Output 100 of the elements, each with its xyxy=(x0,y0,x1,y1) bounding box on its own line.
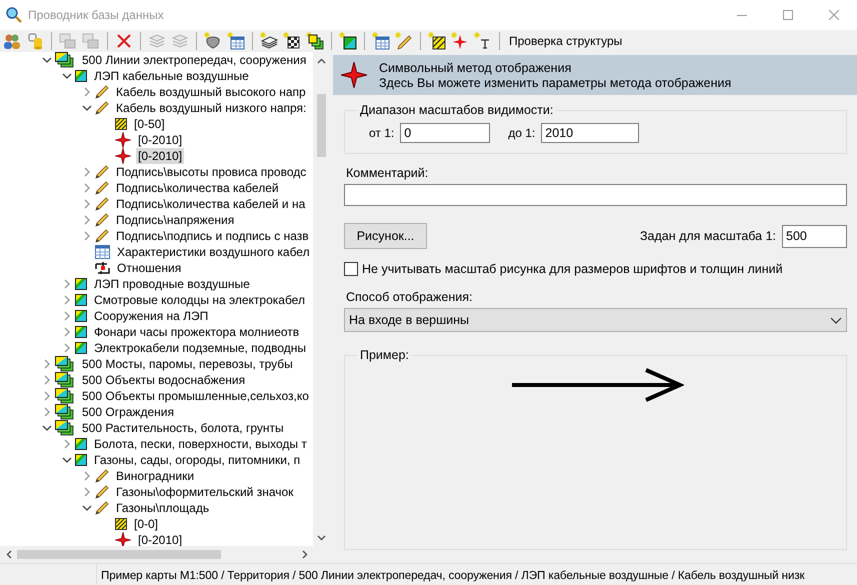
star-symbol-icon xyxy=(341,62,367,88)
tree-item[interactable]: Сооружения на ЛЭП xyxy=(92,308,210,324)
display-mode-dropdown[interactable]: На входе в вершины xyxy=(344,308,847,332)
new-table-icon[interactable] xyxy=(227,32,245,50)
tree-item[interactable]: [0-50] xyxy=(132,116,167,132)
new-table-icon[interactable] xyxy=(372,32,390,50)
users-icon[interactable] xyxy=(3,32,21,50)
scale-field[interactable]: 500 xyxy=(782,224,847,248)
table-icon xyxy=(95,245,110,259)
scroll-right-icon[interactable] xyxy=(302,550,308,559)
tree-item[interactable]: Смотровые колодцы на электрокабел xyxy=(92,292,307,308)
scroll-left-icon[interactable] xyxy=(6,550,12,559)
checker-icon[interactable] xyxy=(283,32,301,50)
new-layer-icon[interactable] xyxy=(339,32,357,50)
book-stack-icon[interactable] xyxy=(260,32,278,50)
new-pencil-icon[interactable] xyxy=(395,32,413,50)
tree-item[interactable]: 500 Растительность, болота, грунты xyxy=(80,420,286,436)
layers-icon[interactable] xyxy=(306,32,324,50)
tree-item[interactable]: ЛЭП проводные воздушные xyxy=(92,276,252,292)
tree-item[interactable]: Газоны\оформительский значок xyxy=(114,484,296,500)
picture-button[interactable]: Рисунок... xyxy=(344,223,427,249)
tree-item[interactable]: 500 Линии электропередач, сооружения xyxy=(80,52,308,68)
tree-item[interactable]: Подпись\количества кабелей и на xyxy=(114,196,308,212)
hatch-icon xyxy=(115,118,127,130)
tree-item[interactable]: Газоны\площадь xyxy=(114,500,212,516)
star-icon xyxy=(115,132,131,148)
relations-icon xyxy=(95,261,110,275)
field-label: до 1: xyxy=(508,126,536,140)
hatch-icon xyxy=(115,518,127,530)
tree-item[interactable]: Кабель воздушный низкого напря: xyxy=(114,100,308,116)
field-label: Комментарий: xyxy=(346,166,430,180)
delete-icon[interactable] xyxy=(115,32,133,50)
pencil-icon xyxy=(95,485,109,499)
header-subtitle: Здесь Вы можете изменить параметры метода отображения xyxy=(379,76,732,90)
tree-item[interactable]: Виноградники xyxy=(114,468,196,484)
new-text-icon[interactable] xyxy=(474,32,492,50)
tree-item[interactable]: 500 Ограждения xyxy=(80,404,176,420)
status-text: Пример карты М1:500 / Территория / 500 Линии электропередач, сооружения / ЛЭП кабельные воздушные / Кабель воздушный низк xyxy=(100,568,805,582)
from-scale-field[interactable]: 0 xyxy=(400,123,490,143)
tree-item[interactable]: Подпись\напряжения xyxy=(114,212,236,228)
layer-icon xyxy=(75,438,87,450)
field-label: Задан для масштаба 1: xyxy=(640,229,776,243)
scroll-down-icon[interactable] xyxy=(317,534,326,540)
tree-item[interactable]: ЛЭП кабельные воздушные xyxy=(92,68,251,84)
tree-item[interactable]: Газоны, сады, огороды, питомники, п xyxy=(92,452,302,468)
layer-icon xyxy=(75,310,87,322)
tree-item[interactable]: Отношения xyxy=(115,260,184,276)
tree-item[interactable]: Фонари часы прожектора молниеотв xyxy=(92,324,302,340)
comment-field[interactable] xyxy=(344,184,847,206)
checkbox[interactable] xyxy=(344,262,358,276)
to-scale-field[interactable]: 2010 xyxy=(541,123,640,143)
magnifier-icon xyxy=(6,7,22,23)
field-label: от 1: xyxy=(369,126,394,140)
layers-icon xyxy=(55,388,75,404)
check-structure-button[interactable]: Проверка структуры xyxy=(507,32,624,50)
group-title: Диапазон масштабов видимости: xyxy=(359,103,554,117)
tree-item[interactable]: 500 Мосты, паромы, перевозы, трубы xyxy=(80,356,295,372)
shape-icon[interactable] xyxy=(204,32,222,50)
pencil-icon xyxy=(95,229,109,243)
tree-item[interactable]: [0-0] xyxy=(132,516,160,532)
layers-icon xyxy=(55,420,75,436)
close-icon xyxy=(829,10,839,20)
pencil-icon xyxy=(95,469,109,483)
scroll-thumb[interactable] xyxy=(17,550,221,559)
tree-item[interactable]: Подпись\подпись и подпись с назв xyxy=(114,228,311,244)
new-star-icon[interactable] xyxy=(451,32,469,50)
layer-icon xyxy=(75,294,87,306)
scroll-up-icon[interactable] xyxy=(317,58,326,64)
layer-icon xyxy=(75,70,87,82)
new-hatch-icon[interactable] xyxy=(428,32,446,50)
tree-item[interactable]: 500 Объекты промышленные,сельхоз,ко xyxy=(80,388,311,404)
layers-icon xyxy=(55,52,75,68)
tree-item[interactable]: [0-2010] xyxy=(136,132,184,148)
scroll-thumb[interactable] xyxy=(317,94,326,157)
tree-item[interactable]: Кабель воздушный высокого напр xyxy=(114,84,308,100)
pencil-icon xyxy=(95,165,109,179)
dropdown-caret-icon xyxy=(830,316,842,324)
tree-item[interactable]: Электрокабели подземные, подводны xyxy=(92,340,308,356)
tree-item[interactable]: 500 Объекты водоснабжения xyxy=(80,372,248,388)
tree-item[interactable]: Болота, пески, поверхности, выходы т xyxy=(92,436,309,452)
pencil-icon xyxy=(95,85,109,99)
horizontal-scrollbar[interactable] xyxy=(0,546,330,563)
tree-item[interactable]: Характеристики воздушного кабел xyxy=(115,244,312,260)
layer-icon xyxy=(75,342,87,354)
layer-icon xyxy=(75,278,87,290)
layers-icon xyxy=(55,404,75,420)
pencil-icon xyxy=(95,501,109,515)
tree-item[interactable]: Подпись\высоты провиса проводс xyxy=(114,164,308,180)
layer-icon xyxy=(75,454,87,466)
tree-item[interactable]: [0-2010] xyxy=(136,148,184,164)
database-icon[interactable] xyxy=(26,32,44,50)
tree-item[interactable]: Подпись\количества кабелей xyxy=(114,180,281,196)
pencil-icon xyxy=(95,197,109,211)
maximize-icon xyxy=(783,10,793,20)
header-title: Символьный метод отображения xyxy=(379,60,572,74)
pencil-icon xyxy=(95,213,109,227)
star-icon xyxy=(115,148,131,164)
pencil-icon xyxy=(95,181,109,195)
group-title: Пример: xyxy=(359,348,410,362)
field-label: Способ отображения: xyxy=(346,290,474,304)
